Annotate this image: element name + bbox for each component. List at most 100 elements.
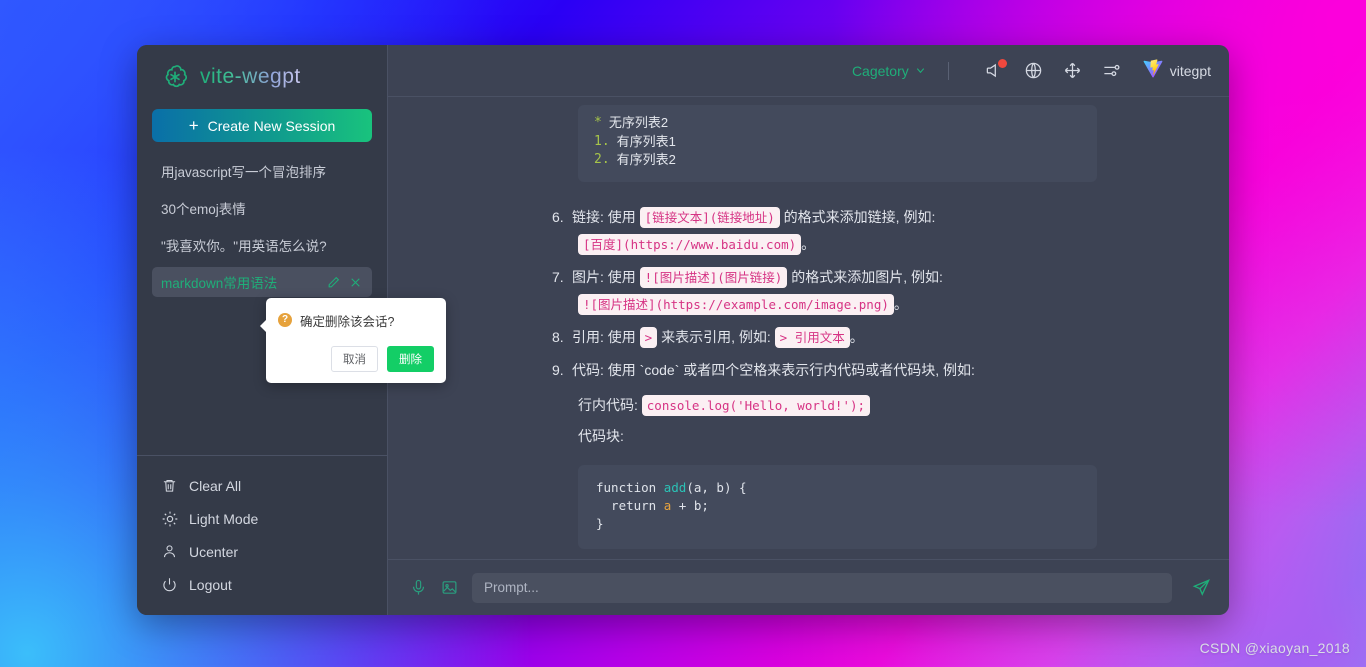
openai-knot-icon xyxy=(161,63,189,91)
markdown-list-block: * 无序列表2 1. 有序列表1 2. 有序列表2 xyxy=(578,105,1097,182)
send-icon[interactable] xyxy=(1192,578,1211,597)
session-item-3-active[interactable]: markdown常用语法 xyxy=(152,267,372,297)
sidebar-item-clear-all[interactable]: Clear All xyxy=(137,469,387,502)
vite-logo-icon xyxy=(1143,58,1163,83)
brand-name: vite-wegpt xyxy=(200,65,301,89)
session-label: "我喜欢你。"用英语怎么说? xyxy=(161,235,362,255)
settings-sliders-icon[interactable] xyxy=(1097,56,1127,86)
inline-code: > 引用文本 xyxy=(775,327,850,348)
chevron-down-icon xyxy=(915,63,926,79)
cancel-button[interactable]: 取消 xyxy=(331,346,378,372)
user-name: vitegpt xyxy=(1170,63,1211,79)
list-text: 无序列表2 xyxy=(609,114,668,133)
watermark: CSDN @xiaoyan_2018 xyxy=(1200,640,1350,656)
markdown-steps: 6.链接: 使用 [链接文本](链接地址) 的格式来添加链接, 例如: [百度]… xyxy=(388,204,1159,384)
chat-content[interactable]: * 无序列表2 1. 有序列表1 2. 有序列表2 xyxy=(388,97,1229,559)
sidebar-item-label: Logout xyxy=(189,577,232,593)
sidebar-item-light-mode[interactable]: Light Mode xyxy=(137,502,387,535)
plus-icon: + xyxy=(189,117,199,134)
create-new-session-button[interactable]: + Create New Session xyxy=(152,109,372,142)
step-text: 链接: 使用 xyxy=(572,209,640,225)
step-text: 代码: 使用 `code` 或者四个空格来表示行内代码或者代码块, 例如: xyxy=(572,362,975,378)
code-block-label: 代码块: xyxy=(388,421,1159,451)
session-label: 30个emoj表情 xyxy=(161,198,362,218)
sidebar-item-label: Light Mode xyxy=(189,511,258,527)
inline-code: [链接文本](链接地址) xyxy=(640,207,780,228)
sidebar-footer: Clear All Light Mode U xyxy=(137,455,387,615)
fullscreen-move-icon[interactable] xyxy=(1058,56,1088,86)
list-marker: 2. xyxy=(594,151,610,170)
prompt-bar xyxy=(388,559,1229,615)
megaphone-icon[interactable] xyxy=(980,56,1010,86)
sidebar-item-label: Ucenter xyxy=(189,544,238,560)
inline-code: ![图片描述](图片链接) xyxy=(640,267,788,288)
pencil-icon[interactable] xyxy=(327,276,340,289)
delete-button[interactable]: 删除 xyxy=(387,346,434,372)
power-icon xyxy=(161,576,178,593)
list-item: * 无序列表2 xyxy=(594,114,1081,133)
code-text: function xyxy=(596,480,664,495)
sidebar-item-label: Clear All xyxy=(189,478,241,494)
session-label: 用javascript写一个冒泡排序 xyxy=(161,161,362,181)
create-new-session-label: Create New Session xyxy=(208,118,336,134)
sun-icon xyxy=(161,510,178,527)
globe-icon[interactable] xyxy=(1019,56,1049,86)
inline-code: > xyxy=(640,327,658,348)
topbar: Cagetory xyxy=(388,45,1229,97)
category-dropdown[interactable]: Cagetory xyxy=(852,63,926,79)
step-text: 图片: 使用 xyxy=(572,269,640,285)
content-inner: * 无序列表2 1. 有序列表1 2. 有序列表2 xyxy=(388,105,1229,559)
prompt-input[interactable] xyxy=(472,573,1172,603)
list-marker: * xyxy=(594,114,602,133)
code-function-name: add xyxy=(664,480,687,495)
inline-code-line: 行内代码: console.log('Hello, world!'); xyxy=(388,390,1159,421)
step-text: 。 xyxy=(801,236,815,252)
user-menu[interactable]: vitegpt xyxy=(1143,58,1211,83)
confirm-actions: 取消 删除 xyxy=(278,346,434,372)
inline-code-label: 行内代码: xyxy=(578,397,638,413)
inline-code: [百度](https://www.baidu.com) xyxy=(578,234,801,255)
main-panel: Cagetory xyxy=(388,45,1229,615)
confirm-message: 确定删除该会话? xyxy=(300,311,394,330)
step-number: 7. xyxy=(552,264,572,291)
step-item-8: 8.引用: 使用 > 来表示引用, 例如: > 引用文本。 xyxy=(388,324,1159,351)
session-label: markdown常用语法 xyxy=(161,272,318,292)
close-icon[interactable] xyxy=(349,276,362,289)
trash-icon xyxy=(161,477,178,494)
inline-code: ![图片描述](https://example.com/image.png) xyxy=(578,294,894,315)
notification-badge xyxy=(998,59,1007,68)
question-mark-icon: ? xyxy=(278,313,292,327)
list-marker: 1. xyxy=(594,133,610,152)
list-item: 1. 有序列表1 xyxy=(594,133,1081,152)
topbar-divider xyxy=(948,62,949,80)
step-number: 6. xyxy=(552,204,572,231)
markdown-list: * 无序列表2 1. 有序列表1 2. 有序列表2 xyxy=(594,114,1081,170)
session-item-0[interactable]: 用javascript写一个冒泡排序 xyxy=(152,156,372,186)
inline-code-value: console.log('Hello, world!'); xyxy=(642,395,870,416)
session-item-2[interactable]: "我喜欢你。"用英语怎么说? xyxy=(152,230,372,260)
confirm-row: ? 确定删除该会话? xyxy=(278,311,434,330)
step-text: 。 xyxy=(850,329,864,345)
list-item: 2. 有序列表2 xyxy=(594,151,1081,170)
delete-confirm-dialog: ? 确定删除该会话? 取消 删除 xyxy=(266,298,446,383)
step-text: 的格式来添加链接, 例如: xyxy=(780,209,936,225)
sidebar-item-ucenter[interactable]: Ucenter xyxy=(137,535,387,568)
list-text: 有序列表2 xyxy=(617,151,676,170)
step-number: 8. xyxy=(552,324,572,351)
microphone-icon[interactable] xyxy=(410,579,427,596)
step-text: 引用: 使用 xyxy=(572,329,640,345)
list-text: 有序列表1 xyxy=(617,133,676,152)
code-text: return xyxy=(596,498,664,513)
code-block: function add(a, b) { return a + b; } xyxy=(578,465,1097,549)
image-icon[interactable] xyxy=(441,579,458,596)
step-number: 9. xyxy=(552,357,572,384)
sidebar-item-logout[interactable]: Logout xyxy=(137,568,387,601)
code-text: } xyxy=(596,516,604,531)
step-text: 的格式来添加图片, 例如: xyxy=(787,269,943,285)
step-item-9: 9.代码: 使用 `code` 或者四个空格来表示行内代码或者代码块, 例如: xyxy=(388,357,1159,384)
user-icon xyxy=(161,543,178,560)
code-text: (a, b) { xyxy=(686,480,746,495)
session-item-1[interactable]: 30个emoj表情 xyxy=(152,193,372,223)
step-text: 。 xyxy=(894,296,908,312)
brand: vite-wegpt xyxy=(137,45,387,105)
